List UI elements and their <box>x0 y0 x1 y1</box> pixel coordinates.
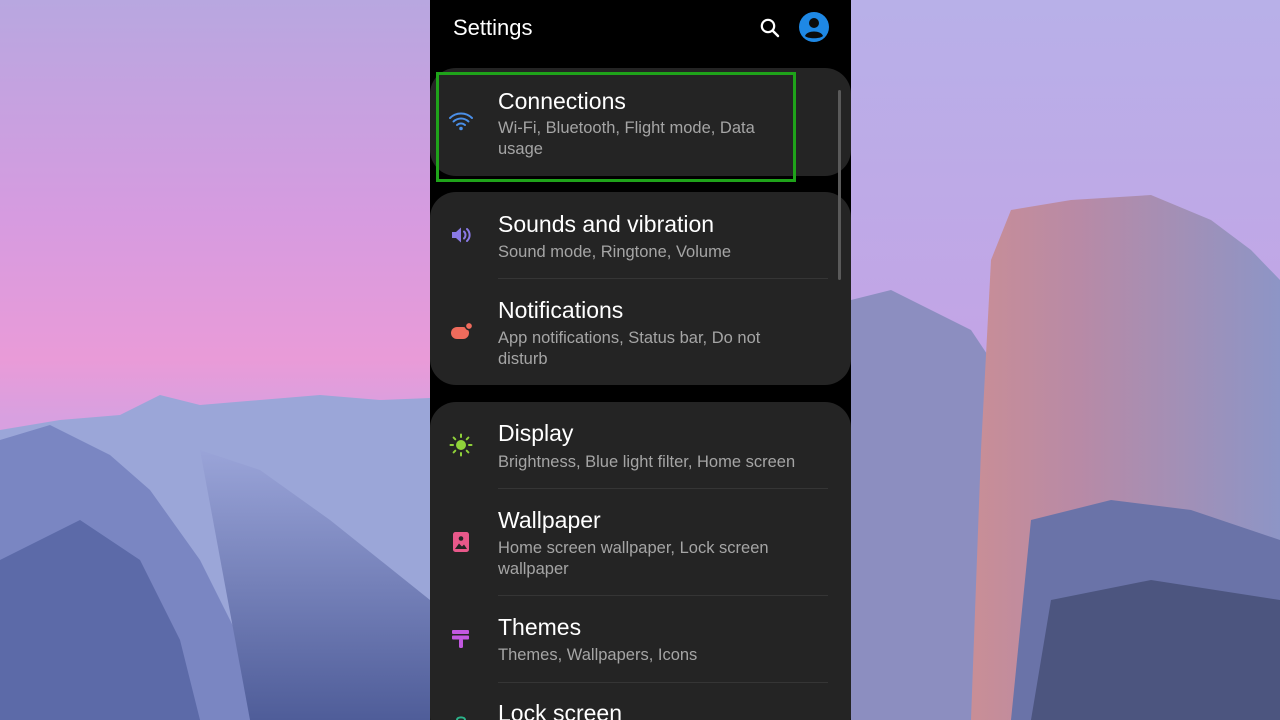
phone-screen: Settings Connections Wi-Fi, Bluetooth, F… <box>430 0 851 720</box>
search-icon[interactable] <box>758 16 782 40</box>
settings-item-subtitle: Themes, Wallpapers, Icons <box>498 646 698 664</box>
settings-item-themes[interactable]: Themes Themes, Wallpapers, Icons <box>430 596 851 682</box>
settings-item-subtitle: Home screen wallpaper, Lock screen wallp… <box>498 539 769 578</box>
app-bar: Settings <box>430 0 851 58</box>
settings-item-title: Themes <box>498 614 582 640</box>
settings-item-sounds-and-vibration[interactable]: Sounds and vibration Sound mode, Rington… <box>430 192 851 278</box>
account-icon[interactable] <box>799 12 829 42</box>
settings-item-display[interactable]: Display Brightness, Blue light filter, H… <box>430 402 851 488</box>
settings-item-title: Lock screen <box>498 700 623 720</box>
background-scenery-left <box>0 0 430 720</box>
settings-item-wallpaper[interactable]: Wallpaper Home screen wallpaper, Lock sc… <box>430 489 851 595</box>
settings-item-subtitle: Brightness, Blue light filter, Home scre… <box>498 453 796 471</box>
settings-group-display: Display Brightness, Blue light filter, H… <box>430 402 851 720</box>
brightness-icon <box>448 432 474 458</box>
themes-icon <box>448 626 474 652</box>
settings-item-subtitle: App notifications, Status bar, Do not di… <box>498 329 761 368</box>
settings-item-subtitle: Wi-Fi, Bluetooth, Flight mode, Data usag… <box>498 119 755 158</box>
notifications-icon <box>448 319 474 345</box>
settings-item-subtitle: Sound mode, Ringtone, Volume <box>498 243 731 261</box>
background-scenery-right <box>851 0 1280 720</box>
settings-item-lock-screen[interactable]: Lock screen <box>430 683 851 720</box>
wifi-icon <box>448 108 474 134</box>
lock-screen-icon <box>448 713 474 720</box>
page-title: Settings <box>453 15 533 40</box>
settings-group-connections: Connections Wi-Fi, Bluetooth, Flight mod… <box>430 68 851 176</box>
volume-icon <box>448 222 474 248</box>
settings-item-title: Wallpaper <box>498 507 601 533</box>
settings-group-sounds-notifications: Sounds and vibration Sound mode, Rington… <box>430 192 851 385</box>
settings-item-title: Connections <box>498 88 626 114</box>
scrollbar[interactable] <box>838 90 841 280</box>
settings-item-notifications[interactable]: Notifications App notifications, Status … <box>430 279 851 385</box>
settings-item-title: Notifications <box>498 297 624 323</box>
settings-item-title: Sounds and vibration <box>498 211 715 237</box>
wallpaper-icon <box>448 529 474 555</box>
settings-item-connections[interactable]: Connections Wi-Fi, Bluetooth, Flight mod… <box>430 68 851 176</box>
settings-item-title: Display <box>498 420 574 446</box>
